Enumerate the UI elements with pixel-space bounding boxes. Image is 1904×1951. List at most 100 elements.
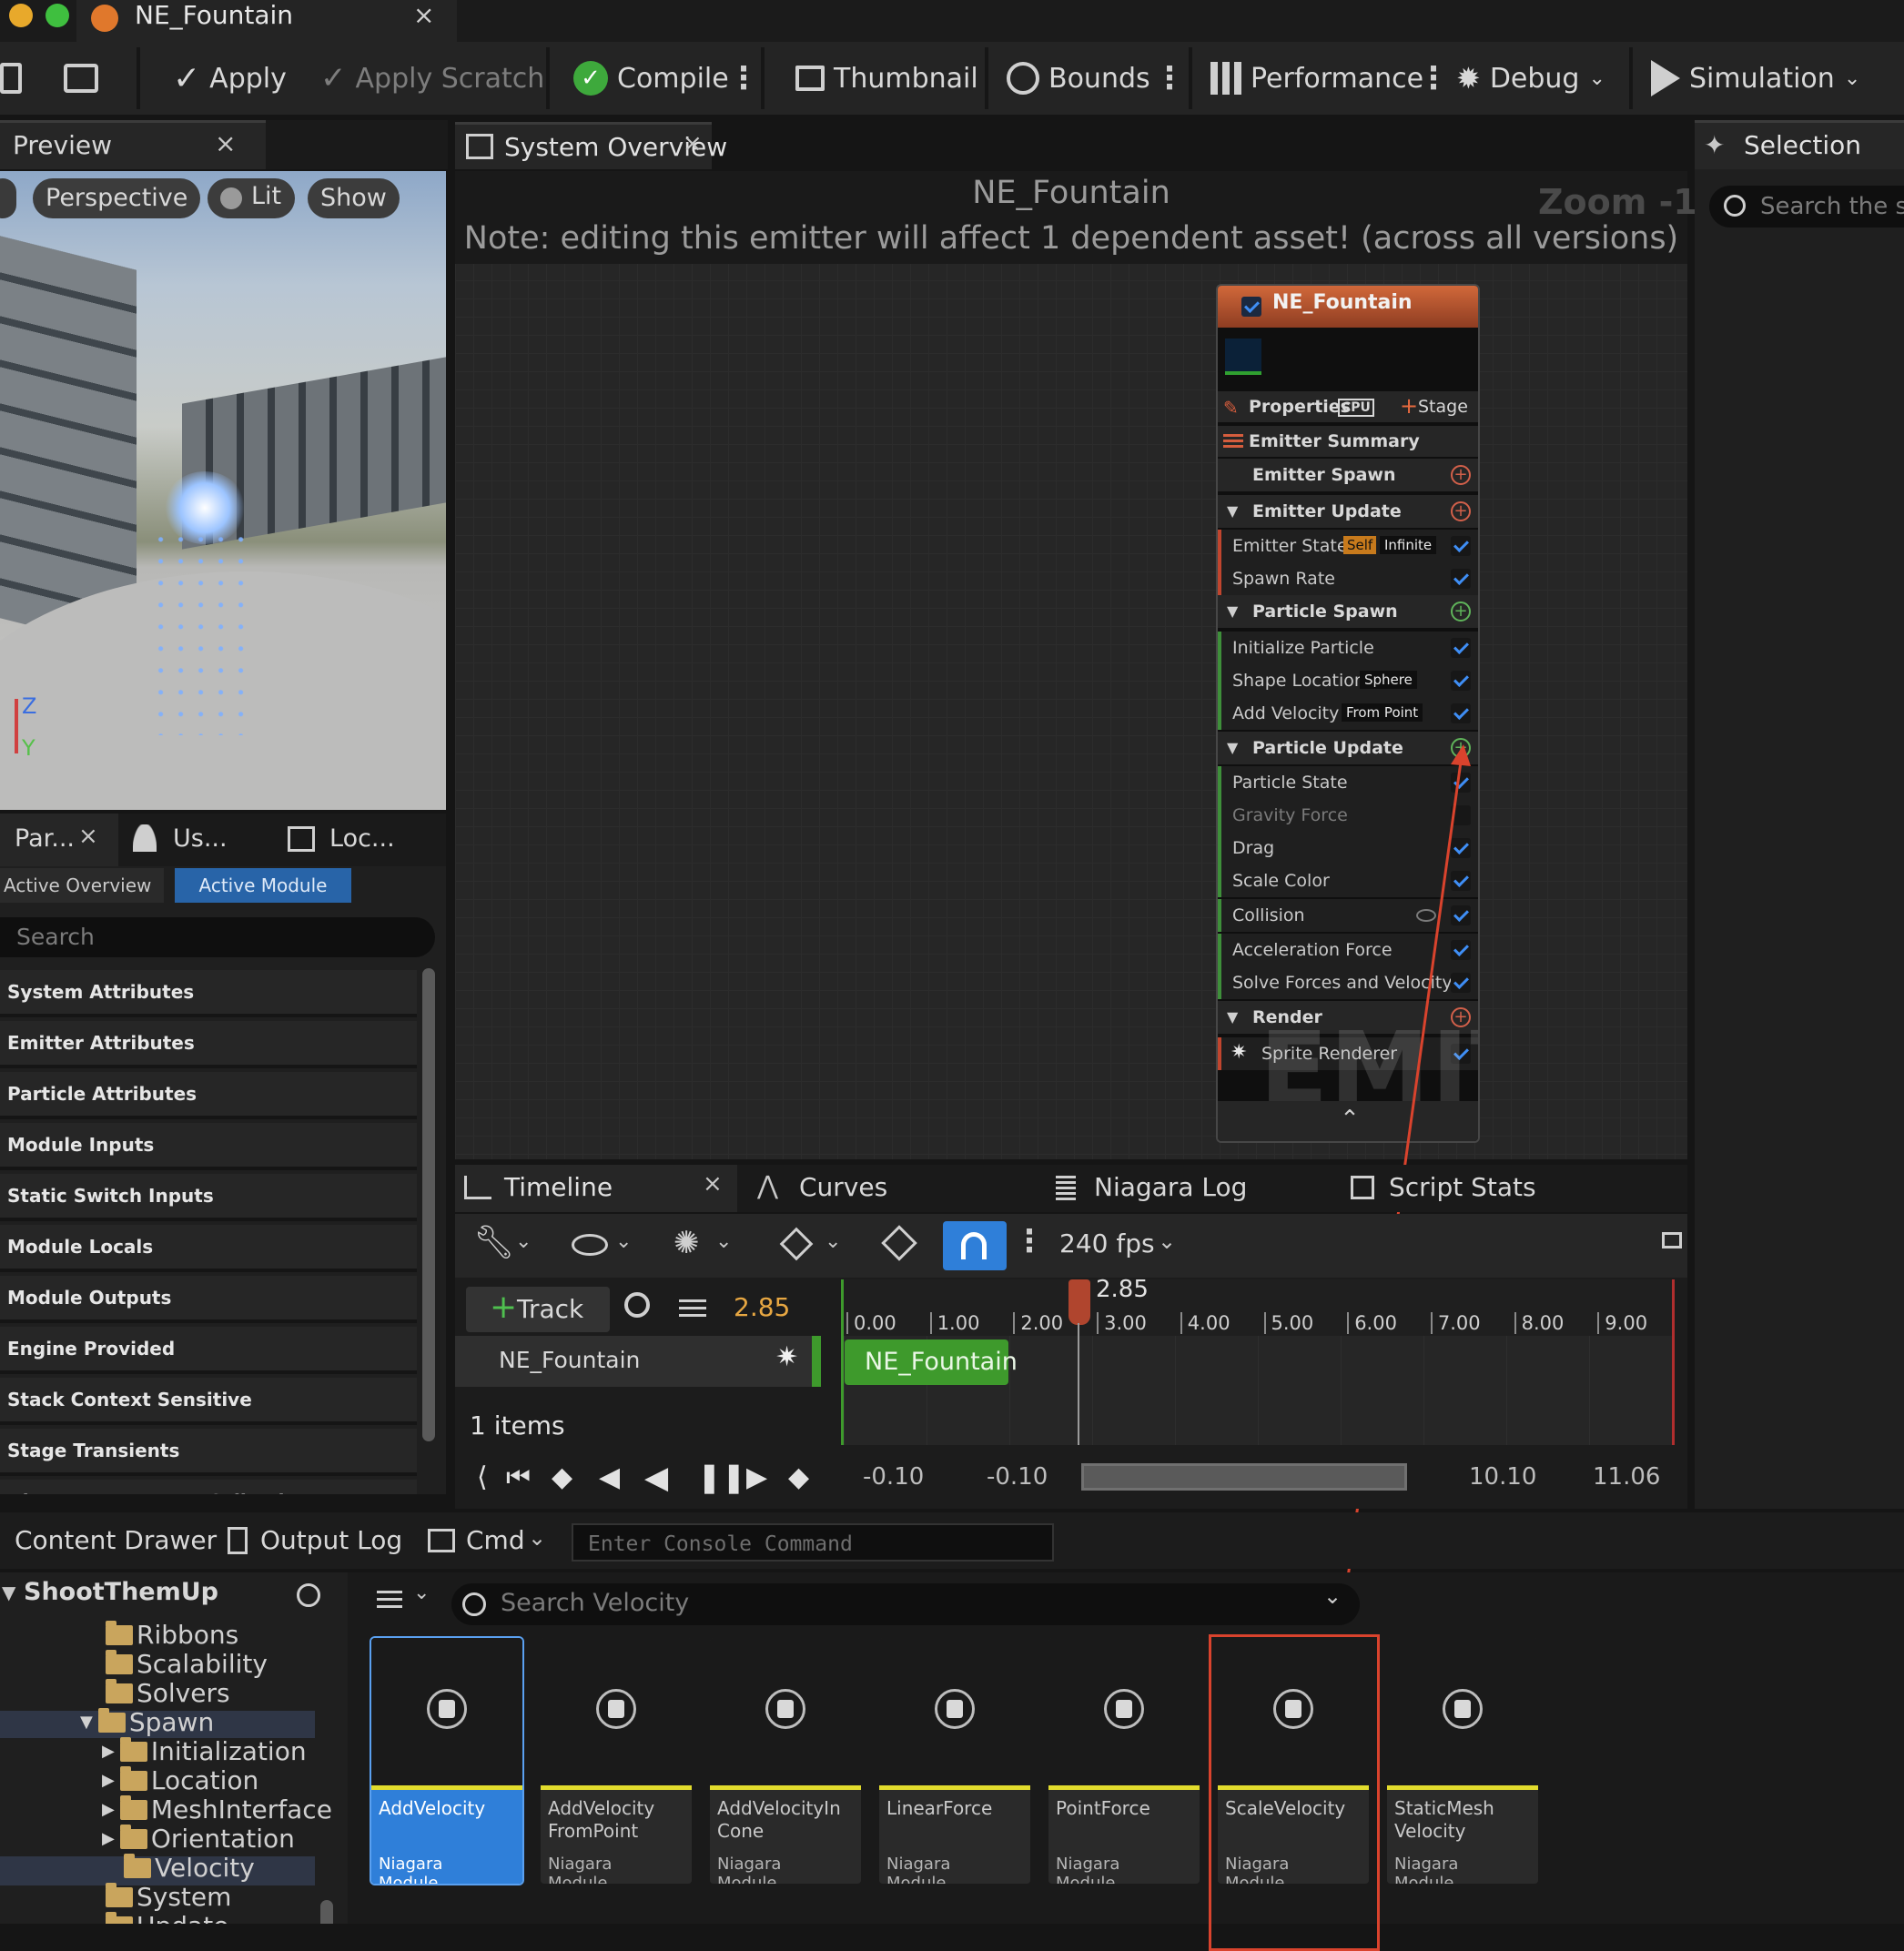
compile-button[interactable]: ✓ Compile bbox=[573, 53, 729, 104]
tree-folder-ribbons[interactable]: Ribbons bbox=[106, 1620, 238, 1650]
asset-tile[interactable]: PointForce Niagara Module... bbox=[1048, 1638, 1200, 1884]
range-scrollbar[interactable] bbox=[1081, 1463, 1407, 1491]
content-drawer-button[interactable]: Content Drawer bbox=[0, 1512, 217, 1569]
step-forward-icon[interactable]: ▶︎ bbox=[746, 1461, 767, 1493]
view-range-start[interactable]: -0.10 bbox=[863, 1463, 924, 1491]
content-root-label[interactable]: ShootThemUp bbox=[24, 1578, 218, 1606]
list-item[interactable]: Stage Transients bbox=[0, 1429, 417, 1476]
next-key-icon[interactable]: ◆ bbox=[788, 1461, 809, 1493]
asset-tile[interactable]: AddVelocity Niagara Module... bbox=[370, 1636, 524, 1885]
visibility-eye-icon[interactable] bbox=[572, 1234, 608, 1256]
active-module-tab[interactable]: Active Module bbox=[175, 868, 351, 903]
current-time-value[interactable]: 2.85 bbox=[734, 1292, 790, 1322]
selection-search-input[interactable]: Search the st bbox=[1709, 186, 1904, 227]
output-log-button[interactable]: Output Log bbox=[215, 1512, 402, 1569]
previous-key-icon[interactable]: ◆ bbox=[552, 1461, 572, 1493]
tab-timeline[interactable]: Timeline × bbox=[455, 1165, 737, 1212]
list-item[interactable]: Module Outputs bbox=[0, 1276, 417, 1323]
parameters-scrollbar[interactable] bbox=[422, 968, 435, 1441]
tab-curves[interactable]: ⋀ Curves bbox=[757, 1165, 939, 1212]
system-overview-tab[interactable]: System Overview × bbox=[455, 122, 727, 169]
tree-folder-solvers[interactable]: Solvers bbox=[106, 1678, 230, 1708]
list-item[interactable]: Module Locals bbox=[0, 1225, 417, 1272]
close-parameters-icon[interactable]: × bbox=[78, 823, 98, 850]
tree-folder-update[interactable]: Update bbox=[106, 1911, 228, 1924]
parameters-search-input[interactable]: Search bbox=[0, 917, 435, 957]
bounds-button[interactable]: Bounds bbox=[1007, 53, 1150, 104]
simulation-button[interactable]: Simulation ⌄ bbox=[1651, 53, 1860, 104]
asset-tab[interactable]: NE_Fountain × bbox=[76, 0, 457, 42]
chevron-down-icon[interactable]: ⌄ bbox=[615, 1230, 632, 1253]
pause-icon[interactable]: ❚❚ bbox=[697, 1460, 746, 1494]
list-item[interactable]: Static Switch Inputs bbox=[0, 1174, 417, 1221]
tree-folder-meshinterface[interactable]: ▶ MeshInterface bbox=[102, 1794, 332, 1825]
close-tab-icon[interactable]: × bbox=[413, 0, 434, 30]
window-maximize-button[interactable] bbox=[46, 4, 69, 27]
list-item[interactable]: Emitter Attributes bbox=[0, 1021, 417, 1068]
tree-folder-scalability[interactable]: Scalability bbox=[106, 1649, 268, 1679]
tree-folder-initialization[interactable]: ▶ Initialization bbox=[102, 1736, 307, 1766]
debug-button[interactable]: ✹ Debug ⌄ bbox=[1456, 53, 1605, 104]
skip-back-icon[interactable]: ⏮︎ bbox=[506, 1461, 531, 1493]
selection-tab[interactable]: ✦ Selection bbox=[1695, 120, 1904, 169]
tree-folder-orientation[interactable]: ▶ Orientation bbox=[102, 1824, 295, 1854]
asset-filter-button[interactable]: ⌄ bbox=[377, 1582, 431, 1618]
system-overview-graph[interactable]: NE_Fountain Note: editing this emitter w… bbox=[455, 171, 1697, 1624]
playback-settings-icon[interactable]: ✺ bbox=[673, 1225, 700, 1261]
chevron-down-icon[interactable]: ⌄ bbox=[515, 1230, 532, 1253]
working-range-start[interactable]: -0.10 bbox=[987, 1463, 1048, 1491]
tree-folder-spawn[interactable]: ▼ Spawn bbox=[80, 1707, 214, 1737]
list-item[interactable]: Module Inputs bbox=[0, 1123, 417, 1170]
perspective-button[interactable]: Perspective bbox=[33, 178, 201, 218]
tab-niagara-log[interactable]: Niagara Log bbox=[1056, 1165, 1283, 1212]
tree-folder-location[interactable]: ▶ Location bbox=[102, 1765, 258, 1795]
close-overview-icon[interactable]: × bbox=[683, 130, 703, 157]
lock-icon[interactable] bbox=[1662, 1232, 1682, 1248]
asset-tile[interactable]: StaticMesh Velocity Niagara Module... bbox=[1387, 1638, 1538, 1884]
chevron-down-icon[interactable]: ⌄ bbox=[825, 1230, 841, 1253]
tab-script-stats[interactable]: Script Stats bbox=[1351, 1165, 1587, 1212]
browse-button[interactable] bbox=[64, 53, 98, 104]
save-button[interactable] bbox=[0, 53, 22, 104]
performance-button[interactable]: Performance bbox=[1210, 53, 1423, 104]
show-button[interactable]: Show bbox=[308, 178, 400, 218]
asset-tile[interactable]: LinearForce Niagara Module... bbox=[879, 1638, 1030, 1884]
view-range-end[interactable]: 10.10 bbox=[1469, 1463, 1536, 1491]
tree-folder-system[interactable]: System bbox=[106, 1882, 231, 1912]
apply-button[interactable]: ✓ Apply bbox=[173, 53, 287, 104]
preview-tab[interactable]: Preview × bbox=[0, 120, 266, 169]
list-item[interactable]: Niagara Parameter Collection bbox=[0, 1480, 417, 1494]
search-icon[interactable] bbox=[297, 1583, 320, 1607]
track-search-icon[interactable] bbox=[624, 1292, 650, 1318]
viewport-options-button[interactable] bbox=[0, 178, 16, 218]
apply-scratch-button[interactable]: ✓ Apply Scratch bbox=[320, 53, 544, 104]
track-filter-icon[interactable] bbox=[679, 1299, 706, 1318]
preview-viewport[interactable]: Perspective Lit Show Z Y bbox=[0, 171, 446, 810]
list-item[interactable]: Particle Attributes bbox=[0, 1072, 417, 1119]
step-back-icon[interactable]: ◀︎ bbox=[599, 1461, 620, 1493]
wrench-icon[interactable]: 🔧︎ bbox=[473, 1223, 515, 1261]
snap-options-button[interactable]: ⋮ bbox=[1014, 1223, 1045, 1259]
chevron-down-icon[interactable]: ▼ bbox=[2, 1582, 15, 1603]
track-row[interactable]: NE_Fountain ✷ bbox=[455, 1336, 821, 1387]
parameters-tab[interactable]: Par... × bbox=[0, 814, 118, 866]
list-item[interactable]: Engine Provided bbox=[0, 1327, 417, 1374]
play-reverse-icon[interactable]: ◀ bbox=[644, 1460, 668, 1496]
emitter-clip[interactable]: NE_Fountain bbox=[845, 1339, 1018, 1385]
snap-magnet-button[interactable] bbox=[943, 1221, 1007, 1270]
jump-to-start-icon[interactable]: ⟨ bbox=[477, 1461, 488, 1493]
user-params-tab[interactable]: Us... bbox=[133, 814, 269, 866]
performance-options-button[interactable]: ⋮ bbox=[1418, 53, 1449, 104]
bounds-options-button[interactable]: ⋮ bbox=[1154, 53, 1185, 104]
playhead-marker[interactable] bbox=[1068, 1279, 1090, 1325]
window-minimize-button[interactable] bbox=[9, 4, 33, 27]
asset-search-input[interactable]: Search Velocity ⌄ bbox=[451, 1583, 1360, 1625]
local-params-tab[interactable]: Loc... bbox=[288, 814, 442, 866]
chevron-down-icon[interactable]: ⌄ bbox=[715, 1230, 732, 1253]
close-preview-icon[interactable]: × bbox=[215, 128, 236, 158]
cmd-selector[interactable]: Cmd ⌄ bbox=[415, 1512, 561, 1569]
tree-folder-velocity[interactable]: Velocity bbox=[124, 1853, 255, 1883]
thumbnail-button[interactable]: Thumbnail bbox=[795, 53, 978, 104]
active-overview-tab[interactable]: Active Overview bbox=[0, 868, 164, 903]
lit-button[interactable]: Lit bbox=[208, 178, 295, 218]
